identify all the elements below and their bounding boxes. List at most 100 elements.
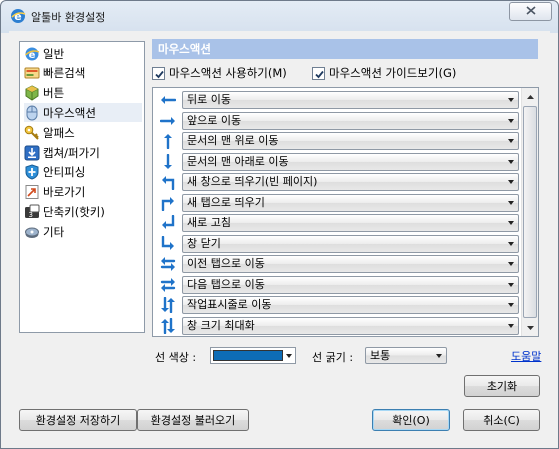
gesture-arrow-down-up-icon: [160, 296, 176, 314]
checkmark-icon: [315, 70, 324, 78]
close-button[interactable]: [509, 2, 552, 21]
gesture-action-value: 새로 고침: [187, 216, 231, 229]
enable-mouse-action-checkbox[interactable]: 마우스액션 사용하기(M): [152, 65, 287, 81]
chevron-down-icon: [508, 221, 514, 225]
gesture-arrow-down-right-icon: [160, 235, 176, 252]
gesture-row: 새 창으로 띄우기(빈 페이지): [153, 172, 519, 192]
quick-search-icon: [24, 65, 40, 81]
hotkey-icon: 3: [24, 204, 40, 220]
gesture-action-value: 창 크기 최대화: [187, 318, 255, 332]
sidebar-item[interactable]: 3 단축키(핫키): [24, 202, 142, 221]
load-settings-button[interactable]: 환경설정 불러오기: [137, 409, 249, 431]
gesture-action-select[interactable]: 다음 탭으로 이동: [182, 275, 519, 294]
sidebar-item[interactable]: 알패스: [24, 123, 142, 142]
gesture-arrow-up-left-icon: [160, 174, 176, 191]
chevron-down-icon: [508, 282, 514, 287]
sidebar-item[interactable]: 마우스액션: [24, 103, 142, 123]
scroll-thumb[interactable]: [523, 106, 537, 318]
line-color-picker[interactable]: [210, 347, 296, 364]
gesture-arrow-down-left-icon: [160, 214, 176, 231]
gesture-action-select[interactable]: 창 닫기: [182, 234, 519, 253]
chevron-down-icon: [508, 159, 514, 164]
checkbox-box: [152, 66, 165, 80]
gesture-row: 새로 고침: [153, 213, 519, 233]
sidebar-item[interactable]: 기타: [24, 222, 142, 241]
gesture-action-select[interactable]: 작업표시줄로 이동: [182, 296, 519, 314]
window-title: 알툴바 환경설정: [31, 11, 106, 24]
gesture-action-value: 문서의 맨 위로 이동: [187, 134, 279, 147]
gesture-action-value: 새 창으로 띄우기(빈 페이지): [187, 175, 318, 188]
reset-button[interactable]: 초기화: [464, 375, 540, 397]
gesture-row: 이전 탭으로 이동: [153, 254, 519, 274]
gesture-arrow-left-right-icon: [160, 256, 176, 272]
gesture-action-value: 뒤로 이동: [187, 93, 231, 106]
show-guide-label: 마우스액션 가이드보기(G): [329, 66, 457, 80]
help-link[interactable]: 도움말: [511, 348, 541, 364]
sidebar-item[interactable]: 캡쳐/퍼가기: [24, 143, 142, 162]
line-width-select[interactable]: 보통: [365, 347, 447, 364]
gesture-arrow-up-icon: [160, 133, 176, 150]
sidebar-item-label: 마우스액션: [43, 105, 96, 120]
dialog-body: e 일반빠른검색버튼마우스액션알패스캡쳐/퍼가기안티피싱바로가기 3 단축키(핫키) 기…: [9, 31, 550, 442]
chevron-down-icon: [508, 200, 514, 205]
sidebar-item-label: 빠른검색: [43, 66, 86, 81]
chevron-down-icon: [508, 118, 514, 123]
scroll-down-icon[interactable]: [522, 319, 538, 336]
ok-button[interactable]: 확인(O): [372, 409, 450, 431]
sidebar-item[interactable]: 빠른검색: [24, 64, 142, 83]
sidebar-item-label: 안티피싱: [43, 165, 86, 180]
show-guide-checkbox[interactable]: 마우스액션 가이드보기(G): [312, 65, 456, 81]
checkmark-icon: [155, 70, 164, 78]
settings-sidebar: e 일반빠른검색버튼마우스액션알패스캡쳐/퍼가기안티피싱바로가기 3 단축키(핫키) 기…: [19, 41, 145, 333]
gesture-action-value: 이전 탭으로 이동: [187, 257, 265, 270]
sidebar-item-label: 버튼: [43, 86, 65, 101]
save-settings-button[interactable]: 환경설정 저장하기: [19, 409, 137, 431]
gesture-action-select[interactable]: 새로 고침: [182, 214, 519, 232]
chevron-down-icon: [286, 354, 292, 358]
gesture-row: 앞으로 이동: [153, 111, 519, 131]
gesture-action-select[interactable]: 새 창으로 띄우기(빈 페이지): [182, 173, 519, 191]
gesture-arrow-right-icon: [159, 113, 176, 129]
sidebar-item-label: 바로가기: [43, 185, 86, 200]
chevron-down-icon: [508, 323, 514, 328]
gesture-action-value: 새 탭으로 띄우기: [187, 195, 265, 209]
sidebar-item-label: 캡쳐/퍼가기: [43, 145, 100, 160]
svg-text:e: e: [14, 10, 21, 23]
vertical-scrollbar[interactable]: [521, 88, 538, 336]
button-cube-icon: [24, 85, 40, 101]
misc-icon: [24, 224, 40, 240]
gesture-action-select[interactable]: 이전 탭으로 이동: [182, 255, 519, 273]
gesture-action-select[interactable]: 문서의 맨 위로 이동: [182, 132, 519, 150]
line-color-label: 선 색상 :: [155, 351, 197, 364]
gesture-action-value: 문서의 맨 아래로 이동: [187, 154, 289, 168]
gesture-arrow-down-icon: [160, 153, 176, 170]
key-icon: [24, 125, 40, 141]
cancel-button[interactable]: 취소(C): [463, 409, 540, 431]
capture-icon: [24, 145, 40, 161]
title-bar: e 알툴바 환경설정: [1, 1, 558, 31]
settings-window: e 알툴바 환경설정 e 일반빠른검색버튼마우스액션알패스캡쳐/퍼가기안티피싱바로…: [0, 0, 559, 449]
shortcut-icon: [24, 184, 40, 200]
gesture-action-select[interactable]: 새 탭으로 띄우기: [182, 193, 519, 212]
close-icon: [525, 5, 536, 18]
gesture-arrow-up-right-icon: [160, 195, 176, 211]
gesture-row: 다음 탭으로 이동: [153, 275, 519, 295]
sidebar-item[interactable]: 바로가기: [24, 183, 142, 202]
line-width-label: 선 굵기 :: [312, 351, 354, 364]
gesture-row: 문서의 맨 위로 이동: [153, 131, 519, 151]
gesture-action-select[interactable]: 뒤로 이동: [182, 91, 519, 109]
sidebar-item[interactable]: 버튼: [24, 84, 142, 103]
chevron-down-icon: [508, 262, 514, 266]
gesture-arrow-right-left-icon: [160, 277, 176, 293]
gesture-row: 새 탭으로 띄우기: [153, 193, 519, 213]
gesture-action-select[interactable]: 앞으로 이동: [182, 111, 519, 130]
gesture-action-select[interactable]: 문서의 맨 아래로 이동: [182, 152, 519, 171]
gesture-action-select[interactable]: 창 크기 최대화: [182, 316, 519, 335]
mouse-icon: [24, 105, 40, 121]
gesture-arrow-left-icon: [160, 92, 177, 108]
sidebar-item[interactable]: 안티피싱: [24, 163, 142, 182]
chevron-down-icon: [508, 303, 514, 307]
scroll-up-icon[interactable]: [522, 88, 538, 105]
gesture-action-value: 다음 탭으로 이동: [187, 277, 265, 291]
sidebar-item[interactable]: e 일반: [24, 44, 142, 63]
